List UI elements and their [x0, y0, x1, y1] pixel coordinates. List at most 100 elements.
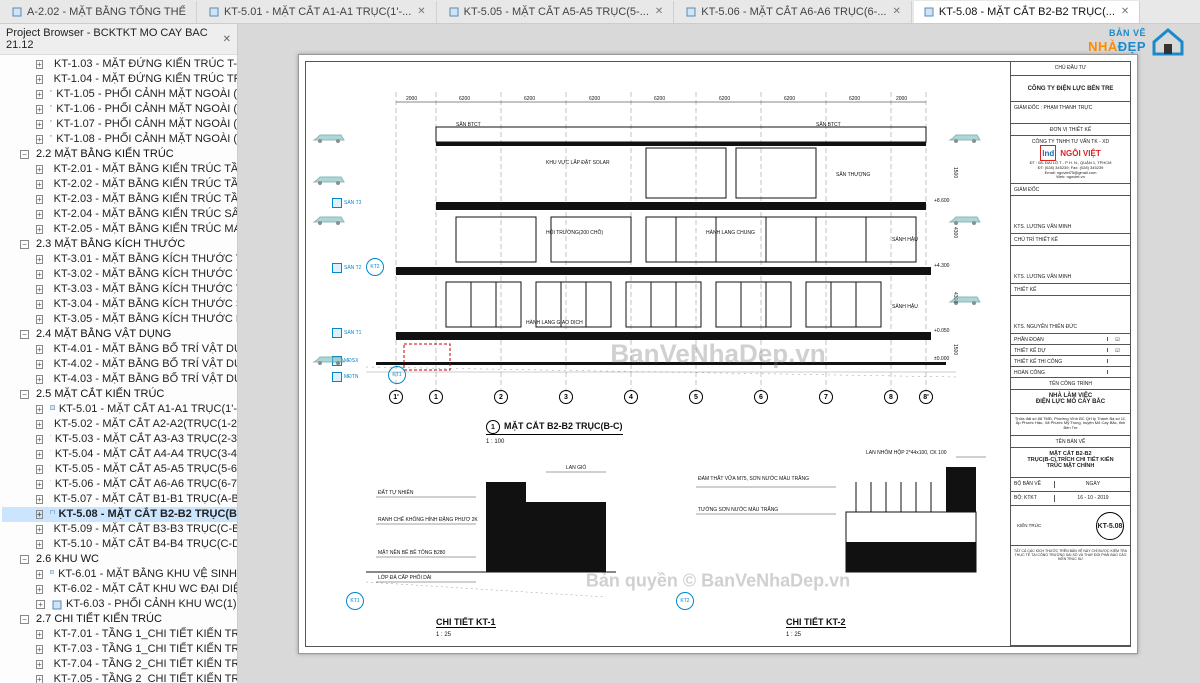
tree-item[interactable]: +KT-4.01 - MẶT BẰNG BỐ TRÍ VẬT DỤ	[2, 342, 237, 357]
tree-item[interactable]: +KT-5.06 - MẶT CẮT A6-A6 TRỤC(6-7	[2, 477, 237, 492]
tb-consult: CÔNG TY TNHH TƯ VẤN TK - XD lnd NGÔI VIỆ…	[1011, 136, 1130, 184]
tree-group[interactable]: −2.2 MẶT BẰNG KIẾN TRÚC	[2, 147, 237, 162]
tree-item[interactable]: +KT-3.04 - MẶT BẰNG KÍCH THƯỚC S	[2, 297, 237, 312]
drawing-canvas[interactable]: 1' 1 2 3 4 5 6 7 8 8' 2000 6200 6200	[238, 24, 1200, 683]
drawing-area: 1' 1 2 3 4 5 6 7 8 8' 2000 6200 6200	[306, 62, 1010, 646]
callout-bubble: KT2	[366, 258, 384, 276]
tree-item[interactable]: +KT-5.04 - MẶT CẮT A4-A4 TRỤC(3-4	[2, 447, 237, 462]
sheet-icon	[209, 7, 219, 17]
tree-item[interactable]: +KT-6.02 - MẶT CẮT KHU WC ĐẠI DIỆ	[2, 582, 237, 597]
tree-item[interactable]: +KT-2.05 - MẶT BẰNG KIẾN TRÚC MÁ	[2, 222, 237, 237]
tree-item[interactable]: +KT-3.03 - MẶT BẰNG KÍCH THƯỚC T	[2, 282, 237, 297]
tree-item[interactable]: +KT-7.03 - TẦNG 1_CHI TIẾT KIẾN TRÚ	[2, 642, 237, 657]
room-label: HỘI TRƯỜNG(200 CHỖ)	[546, 230, 603, 236]
tree-item[interactable]: +KT-1.03 - MẶT ĐỨNG KIẾN TRÚC T-	[2, 57, 237, 72]
room-label: SẢNH HẬU	[892, 304, 918, 310]
dimension: 6200	[849, 96, 860, 102]
grid-bubble: 7	[819, 390, 833, 404]
tb-consult-label: ĐƠN VỊ THIẾT KẾ	[1011, 124, 1130, 136]
tree-item[interactable]: +KT-1.06 - PHỐI CẢNH MẶT NGOÀI (	[2, 102, 237, 117]
tree-item[interactable]: +KT-2.04 - MẶT BẰNG KIẾN TRÚC SÂ	[2, 207, 237, 222]
tree-item[interactable]: +KT-3.02 - MẶT BẰNG KÍCH THƯỚC T	[2, 267, 237, 282]
tree-group[interactable]: −2.5 MẶT CẮT KIẾN TRÚC	[2, 387, 237, 402]
tb-director: GIÁM ĐỐC : PHẠM THANH TRỰC	[1011, 102, 1130, 124]
tree-group[interactable]: −2.6 KHU WC	[2, 552, 237, 567]
tree-item[interactable]: +KT-2.02 - MẶT BẰNG KIẾN TRÚC TẦ	[2, 177, 237, 192]
tree-item[interactable]: +KT-7.01 - TẦNG 1_CHI TIẾT KIẾN TRÚ	[2, 627, 237, 642]
grid-bubble: 5	[689, 390, 703, 404]
tb-label: TÊN BẢN VẼ	[1011, 436, 1130, 448]
tb-project: NHÀ LÀM VIỆC ĐIỆN LỰC MỎ CÀY BẮC	[1011, 390, 1130, 414]
tree-item[interactable]: +KT-3.01 - MẶT BẰNG KÍCH THƯỚC T	[2, 252, 237, 267]
tree-item[interactable]: +KT-5.01 - MẶT CẮT A1-A1 TRỤC(1'-	[2, 402, 237, 417]
tb-label: GIÁM ĐỐC	[1011, 184, 1130, 196]
level-value: +8.600	[934, 198, 949, 204]
tree-item[interactable]: +KT-3.05 - MẶT BẰNG KÍCH THƯỚC M	[2, 312, 237, 327]
close-icon[interactable]: ✕	[1121, 6, 1129, 17]
tree-item[interactable]: +KT-5.03 - MẶT CẮT A3-A3 TRỤC(2-3	[2, 432, 237, 447]
dimension: 1500	[952, 167, 958, 178]
grid-bubble: 1	[429, 390, 443, 404]
project-tree[interactable]: +KT-1.03 - MẶT ĐỨNG KIẾN TRÚC T-+KT-1.04…	[0, 55, 237, 683]
tree-group[interactable]: −2.3 MẶT BẰNG KÍCH THƯỚC	[2, 237, 237, 252]
tree-group[interactable]: −2.7 CHI TIẾT KIẾN TRÚC	[2, 612, 237, 627]
grid-bubble: 8	[884, 390, 898, 404]
detail-view-2: ĐÁM THẮT VỮA M75, SƠN NƯỚC MÀU TRẮNG TƯỜ…	[676, 442, 996, 622]
tree-item[interactable]: +KT-1.08 - PHỐI CẢNH MẶT NGOÀI (	[2, 132, 237, 147]
close-icon[interactable]: ✕	[223, 34, 231, 45]
tree-item[interactable]: +KT-5.07 - MẶT CẮT B1-B1 TRỤC(A-B	[2, 492, 237, 507]
sheet-icon	[686, 7, 696, 17]
tree-item[interactable]: +KT-2.01 - MẶT BẰNG KIẾN TRÚC TẦ	[2, 162, 237, 177]
tree-item[interactable]: +KT-5.09 - MẶT CẮT B3-B3 TRỤC(C-B	[2, 522, 237, 537]
tree-item[interactable]: +KT-1.05 - PHỐI CẢNH MẶT NGOÀI (	[2, 87, 237, 102]
sheet-icon	[449, 7, 459, 17]
tab[interactable]: KT-5.05 - MẶT CẮT A5-A5 TRỤC(5-...✕	[439, 1, 675, 23]
tree-item[interactable]: +KT-1.07 - PHỐI CẢNH MẶT NGOÀI (	[2, 117, 237, 132]
room-label: HÀNH LANG GIAO DỊCH	[526, 320, 583, 326]
tree-group[interactable]: −2.4 MẶT BẰNG VẬT DỤNG	[2, 327, 237, 342]
dimension: 6200	[459, 96, 470, 102]
tree-item[interactable]: +KT-7.05 - TẦNG 2_CHI TIẾT KIẾN TRÚ	[2, 672, 237, 683]
room-label: SẢNH HẬU	[892, 237, 918, 243]
dimension: 6200	[524, 96, 535, 102]
car-icon	[948, 292, 982, 306]
tab-active[interactable]: KT-5.08 - MẶT CẮT B2-B2 TRỤC(...✕	[914, 1, 1140, 23]
tree-item[interactable]: +KT-4.02 - MẶT BẰNG BỐ TRÍ VẬT DỤ	[2, 357, 237, 372]
close-icon[interactable]: ✕	[892, 6, 900, 17]
grid-bubble: 1'	[389, 390, 403, 404]
annotation: MẶT NỀN BÊ BÊ TÔNG B280	[378, 550, 445, 556]
site-logo: BẢN VẼ NHÀĐẸP	[1066, 28, 1186, 56]
tree-item[interactable]: +KT-2.03 - MẶT BẰNG KIẾN TRÚC TẦ	[2, 192, 237, 207]
project-browser-panel: Project Browser - BCKTKT MO CAY BAC 21.1…	[0, 24, 238, 683]
tree-item[interactable]: +KT-6.03 - PHỐI CẢNH KHU WC(1)	[2, 597, 237, 612]
annotation: ĐẤT TỰ NHIÊN	[378, 490, 413, 496]
document-tabs: A-2.02 - MẶT BẰNG TỔNG THỂ KT-5.01 - MẶT…	[0, 0, 1200, 24]
tree-item[interactable]: +KT-4.03 - MẶT BẰNG BỐ TRÍ VẬT DỤ	[2, 372, 237, 387]
tb-pm: KTS. LƯƠNG VĂN MINH	[1011, 196, 1130, 234]
tree-item[interactable]: +KT-6.01 - MẶT BẰNG KHU VỆ SINH	[2, 567, 237, 582]
tree-item[interactable]: +KT-1.04 - MẶT ĐỨNG KIẾN TRÚC TR	[2, 72, 237, 87]
tab[interactable]: KT-5.01 - MẶT CẮT A1-A1 TRỤC(1'-...✕	[199, 1, 437, 23]
tree-item[interactable]: +KT-7.04 - TẦNG 2_CHI TIẾT KIẾN TRÚ	[2, 657, 237, 672]
view-title: CHI TIẾT KT-1 1 : 25	[436, 617, 496, 638]
room-label: SÂN BTCT	[456, 122, 481, 128]
tb-label: THIẾT KẾ	[1011, 284, 1130, 296]
panel-title[interactable]: Project Browser - BCKTKT MO CAY BAC 21.1…	[0, 24, 237, 55]
tree-item[interactable]: +KT-5.05 - MẶT CẮT A5-A5 TRỤC(5-6	[2, 462, 237, 477]
tb-addr: Thửa đất số 88 TMĐ, Phường Vĩnh BC QH tỷ…	[1011, 414, 1130, 436]
tree-item[interactable]: +KT-5.02 - MẶT CẮT A2-A2(TRỤC(1-2	[2, 417, 237, 432]
tree-item-selected[interactable]: +KT-5.08 - MẶT CẮT B2-B2 TRỤC(B	[2, 507, 237, 522]
tree-item[interactable]: +KT-5.10 - MẶT CẮT B4-B4 TRỤC(C-D	[2, 537, 237, 552]
close-icon[interactable]: ✕	[655, 6, 663, 17]
level-marker: MĐTN	[332, 372, 358, 382]
close-icon[interactable]: ✕	[417, 6, 425, 17]
title-block: CHỦ ĐẦU TƯ CÔNG TY ĐIỆN LỰC BẾN TRE GIÁM…	[1010, 62, 1130, 646]
company-logo-icon: lnd	[1040, 145, 1056, 161]
tab[interactable]: A-2.02 - MẶT BẰNG TỔNG THỂ	[2, 1, 197, 23]
tb-drawing: MẶT CẮT B2-B2 TRỤC(B-C),TRÍCH CHI TIẾT K…	[1011, 448, 1130, 478]
tb-draft: KTS. NGUYỄN THIÊN ĐỨC	[1011, 296, 1130, 334]
dimension: 4300	[952, 227, 958, 238]
tab[interactable]: KT-5.06 - MẶT CẮT A6-A6 TRỤC(6-...✕	[676, 1, 912, 23]
level-marker: SÀN T1	[332, 328, 361, 338]
room-label: SÂN THƯỢNG	[836, 172, 870, 178]
